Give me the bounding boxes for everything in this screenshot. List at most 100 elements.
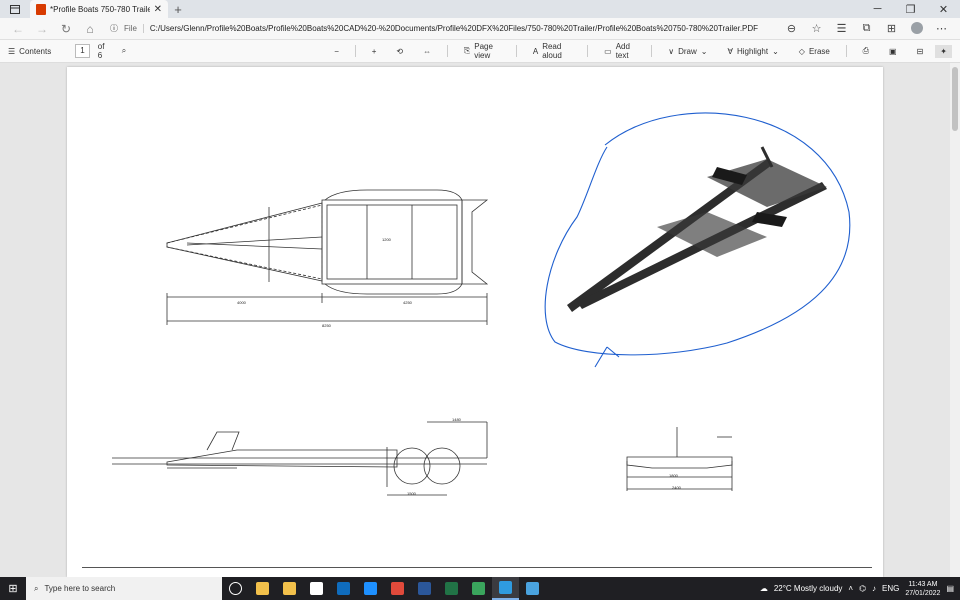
- url-field[interactable]: ⓘ File C:/Users/Glenn/Profile%20Boats/Pr…: [102, 20, 779, 38]
- taskbar-app-edge[interactable]: [492, 577, 519, 600]
- chevron-down-icon[interactable]: ⌄: [701, 47, 708, 56]
- favorites-icon[interactable]: ☰: [829, 22, 854, 35]
- weather-text[interactable]: 22°C Mostly cloudy: [774, 584, 843, 593]
- forward-icon[interactable]: →: [30, 22, 54, 36]
- chevron-down-icon[interactable]: ⌄: [772, 47, 779, 56]
- start-button[interactable]: ⊞: [0, 582, 26, 595]
- contents-button[interactable]: ☰ Contents: [8, 47, 51, 56]
- restore-button[interactable]: ❐: [894, 3, 927, 16]
- dim-side-a: 1480: [452, 417, 461, 422]
- chevron-up-icon[interactable]: ˄: [848, 584, 853, 593]
- taskbar-app-mail[interactable]: [303, 577, 330, 600]
- system-tray: ☁ 22°C Mostly cloudy ˄ ⌬ ♪ ENG 11:43 AM …: [760, 580, 960, 598]
- taskbar-apps: [222, 577, 546, 600]
- read-aloud-icon: A: [532, 46, 539, 56]
- zoom-icon[interactable]: ⊖: [779, 22, 804, 35]
- fit-page-icon[interactable]: ⇔: [415, 47, 439, 56]
- outlook-icon: [337, 582, 350, 595]
- dim-total: 8250: [322, 323, 331, 328]
- vertical-scrollbar[interactable]: [950, 63, 960, 577]
- language-indicator[interactable]: ENG: [882, 584, 899, 593]
- back-icon[interactable]: ←: [6, 22, 30, 36]
- tab-title: *Profile Boats 750-780 Trailer.PD: [50, 4, 150, 14]
- erase-button[interactable]: ◇ Erase: [791, 47, 838, 56]
- read-aloud-label: Read aloud: [542, 42, 562, 60]
- pdf-icon: [36, 3, 46, 15]
- print-icon[interactable]: ⎙: [855, 46, 877, 56]
- url-text[interactable]: C:/Users/Glenn/Profile%20Boats/Profile%2…: [150, 24, 758, 33]
- home-icon[interactable]: ⌂: [78, 22, 102, 36]
- taskbar-app-chrome[interactable]: [384, 577, 411, 600]
- dim-end-a: 1800: [669, 473, 678, 478]
- plan-view: [166, 189, 489, 325]
- edge-icon: [499, 581, 512, 594]
- window-menu-icon[interactable]: [0, 0, 30, 18]
- trailer-drawing: [112, 112, 851, 496]
- extensions-icon[interactable]: ⊞: [879, 22, 904, 35]
- highlight-button[interactable]: ∀ Highlight ⌄: [719, 47, 786, 56]
- network-icon[interactable]: ⌬: [859, 584, 866, 593]
- scrollbar-thumb[interactable]: [952, 67, 958, 131]
- task-view-icon: [229, 582, 242, 595]
- tab-close-icon[interactable]: ✕: [154, 4, 162, 15]
- read-aloud-button[interactable]: A Read aloud: [525, 42, 580, 60]
- dim-side-b: 1500: [407, 491, 416, 496]
- new-tab-button[interactable]: +: [168, 2, 188, 17]
- photos-icon: [526, 582, 539, 595]
- taskbar-app-internet-explorer[interactable]: [357, 577, 384, 600]
- browser-tab[interactable]: *Profile Boats 750-780 Trailer.PD ✕: [30, 0, 168, 18]
- profile-avatar[interactable]: [904, 22, 929, 35]
- search-placeholder: Type here to search: [44, 584, 116, 593]
- refresh-icon[interactable]: ↻: [54, 22, 78, 36]
- page-view-button[interactable]: ⎘ Page view: [456, 42, 508, 60]
- file-explorer-icon: [256, 582, 269, 595]
- taskbar-app-word[interactable]: [411, 577, 438, 600]
- word-icon: [418, 582, 431, 595]
- taskbar-app-file-explorer[interactable]: [249, 577, 276, 600]
- taskbar-app-app-2022[interactable]: [465, 577, 492, 600]
- save-icon[interactable]: ▣: [881, 47, 905, 56]
- address-bar: ← → ↻ ⌂ ⓘ File C:/Users/Glenn/Profile%20…: [0, 18, 960, 40]
- zoom-out-button[interactable]: −: [326, 47, 347, 56]
- highlight-label: Highlight: [736, 46, 769, 56]
- page-number-input[interactable]: 1: [75, 44, 90, 58]
- dim-front: 4000: [237, 300, 246, 305]
- title-bar: *Profile Boats 750-780 Trailer.PD ✕ + ─ …: [0, 0, 960, 18]
- add-text-label: Add text: [615, 42, 630, 60]
- store-icon: [283, 582, 296, 595]
- volume-icon[interactable]: ♪: [872, 584, 876, 593]
- taskbar-app-excel[interactable]: [438, 577, 465, 600]
- favorite-add-icon[interactable]: ☆: [804, 22, 829, 35]
- close-window-button[interactable]: ✕: [927, 3, 960, 16]
- taskbar-app-photos[interactable]: [519, 577, 546, 600]
- eraser-icon: ◇: [798, 46, 805, 56]
- weather-icon[interactable]: ☁: [760, 584, 768, 593]
- notifications-icon[interactable]: ▤: [946, 584, 954, 593]
- internet-explorer-icon: [364, 582, 377, 595]
- contents-label: Contents: [19, 46, 52, 56]
- contents-icon: ☰: [8, 46, 16, 56]
- clock-date: 27/01/2022: [905, 589, 941, 597]
- page-view-icon: ⎘: [463, 46, 471, 55]
- taskbar-search[interactable]: ⌕ Type here to search: [26, 577, 222, 600]
- taskbar-app-outlook[interactable]: [330, 577, 357, 600]
- save-as-icon[interactable]: ⊟: [909, 47, 932, 56]
- end-view: [626, 427, 733, 491]
- chrome-icon: [391, 582, 404, 595]
- taskbar-app-task-view[interactable]: [222, 577, 249, 600]
- clock[interactable]: 11:43 AM 27/01/2022: [905, 580, 940, 598]
- draw-button[interactable]: ∨ Draw ⌄: [660, 47, 715, 56]
- add-text-button[interactable]: ▭ Add text: [596, 42, 643, 60]
- zoom-in-button[interactable]: +: [364, 47, 385, 56]
- info-icon: ⓘ: [110, 24, 118, 33]
- pin-toolbar-icon[interactable]: ✦: [935, 44, 952, 58]
- find-icon[interactable]: ⌕: [122, 46, 126, 56]
- minimize-button[interactable]: ─: [861, 3, 894, 16]
- taskbar-app-store[interactable]: [276, 577, 303, 600]
- highlight-icon: ∀: [727, 46, 733, 56]
- pdf-viewer[interactable]: 4000 4250 8250 1200 1480 1500 1800 2400: [0, 63, 950, 577]
- dim-end-b: 2400: [672, 485, 681, 490]
- collections-icon[interactable]: ⧉: [854, 22, 879, 35]
- more-icon[interactable]: ⋯: [929, 22, 954, 35]
- rotate-icon[interactable]: ⟲: [388, 47, 411, 56]
